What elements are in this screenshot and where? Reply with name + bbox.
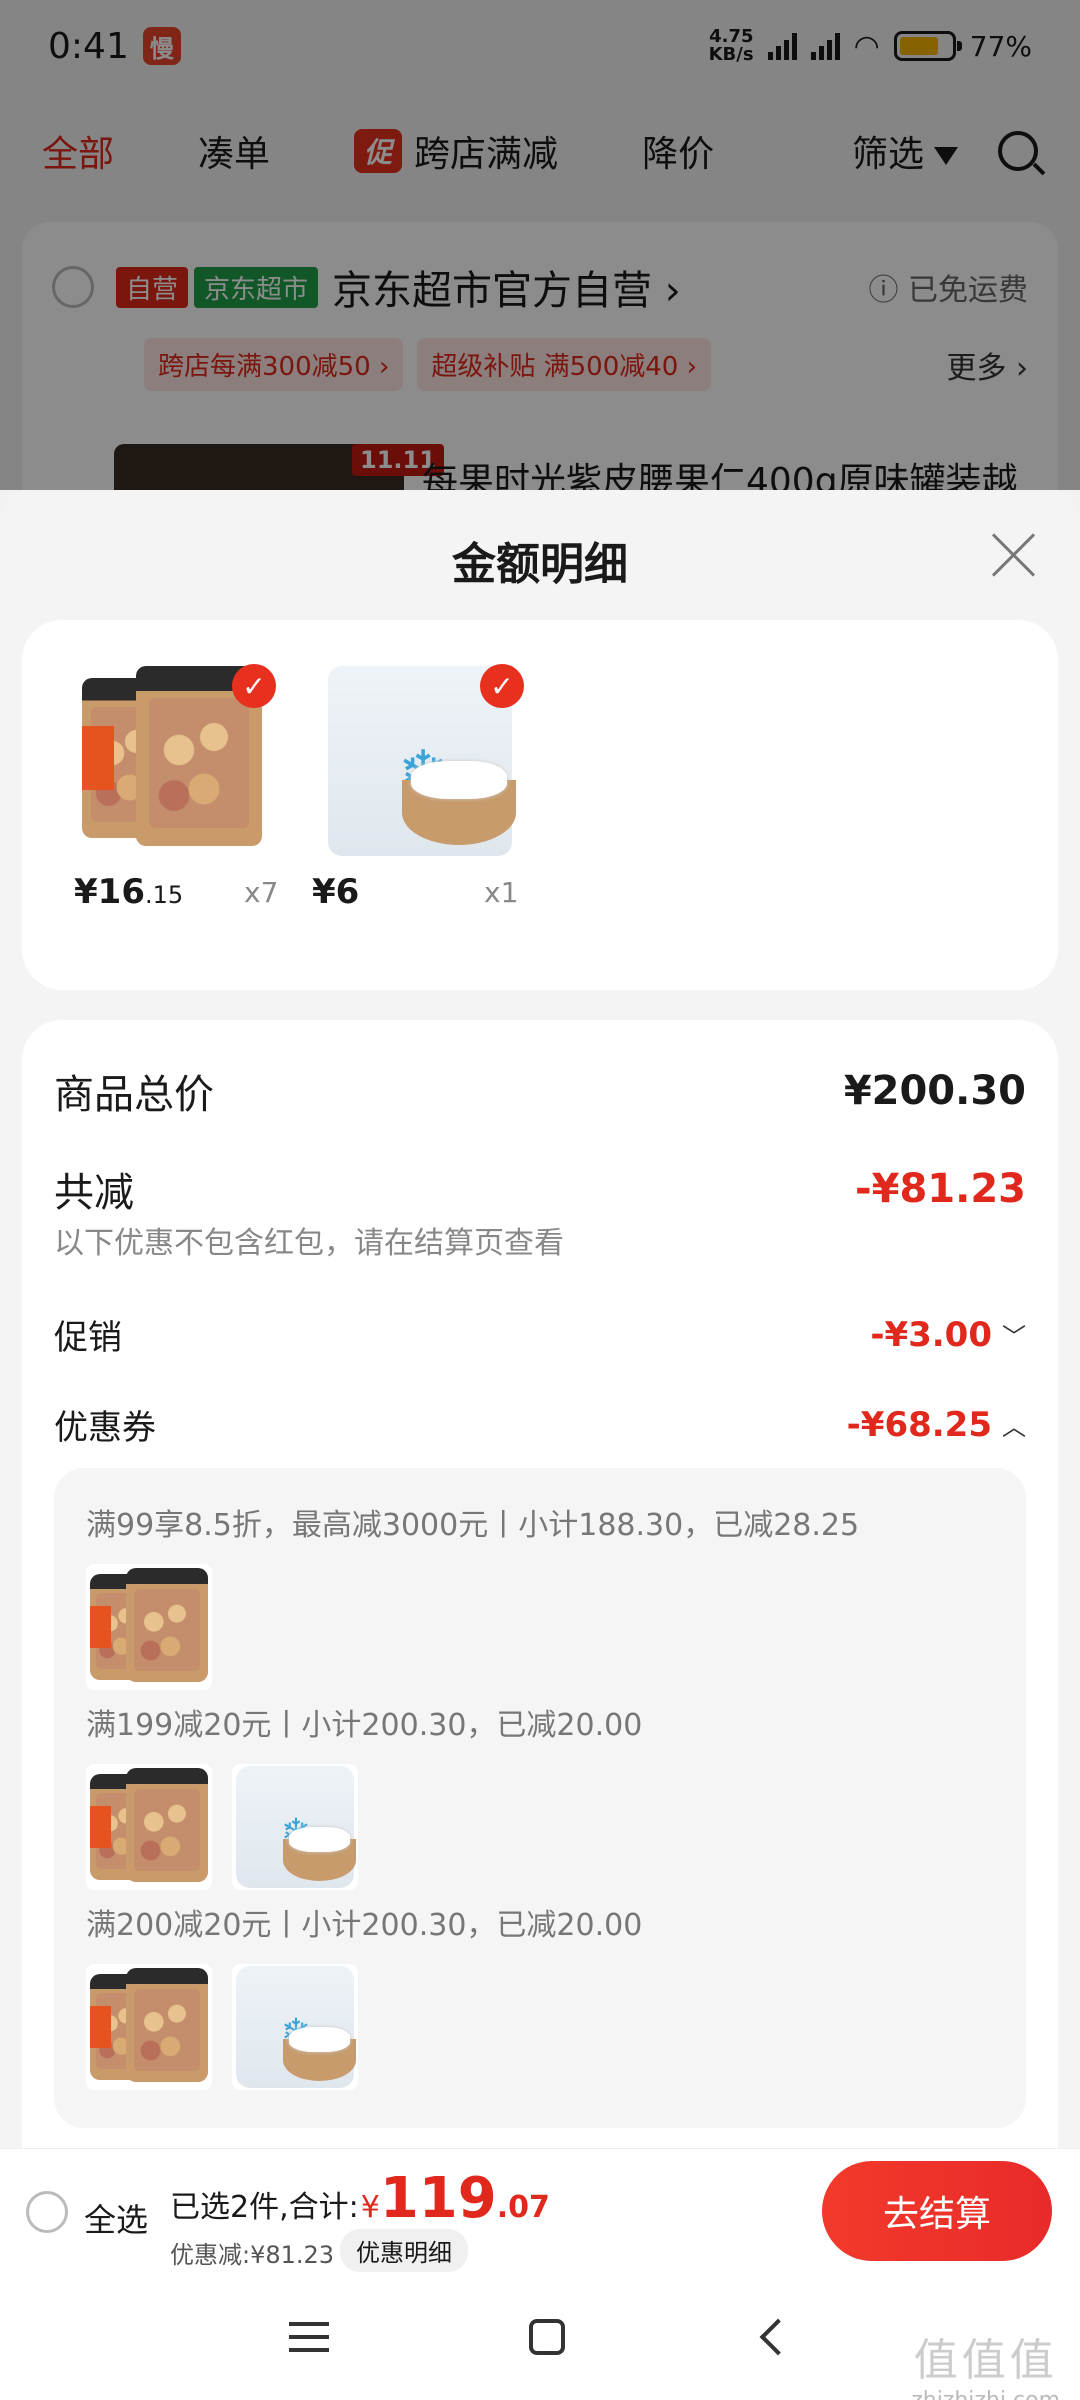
sheet-title: 金额明细 — [452, 539, 628, 590]
product-item[interactable]: ✓ — [74, 662, 276, 862]
home-icon[interactable] — [529, 2319, 565, 2355]
product-price: ¥6 — [312, 872, 359, 912]
goods-total-value: ¥200.30 — [843, 1068, 1026, 1114]
selected-products-card: ✓ ¥16.15 x7 ❄ ✓ ¥6 x1 — [22, 620, 1058, 990]
cashew-thumbnail — [86, 1564, 212, 1690]
promotion-amount: -¥3.00 — [870, 1314, 992, 1355]
selected-count: 已选2件,合计: — [170, 2190, 359, 2225]
total-reduce-value: -¥81.23 — [855, 1166, 1026, 1212]
coupon-line: 满199减20元丨小计200.30，已减20.00 — [86, 1708, 643, 1743]
chevron-up-icon: ︿ — [1002, 1413, 1026, 1441]
coupon-line: 满99享8.5折，最高减3000元丨小计188.30，已减28.25 — [86, 1508, 860, 1543]
total-dec: .07 — [496, 2190, 550, 2225]
product-qty: x7 — [244, 876, 279, 909]
currency-symbol: ¥ — [360, 2190, 380, 2225]
checked-icon: ✓ — [232, 664, 276, 708]
menu-icon[interactable] — [289, 2322, 329, 2352]
overlay-dim[interactable] — [0, 0, 1080, 490]
total-reduce-label: 共减 — [54, 1170, 134, 1216]
coupon-amount: -¥68.25 — [846, 1404, 992, 1445]
coupon-row[interactable]: 优惠券 -¥68.25 ︿ — [54, 1400, 1026, 1449]
chevron-down-icon: ﹀ — [1002, 1323, 1026, 1351]
price-dec: .15 — [144, 881, 184, 909]
cashew-thumbnail — [86, 1764, 212, 1890]
total-int: 119 — [379, 2166, 497, 2231]
cashew-thumbnail — [86, 1964, 212, 2090]
coupon-line: 满200减20元丨小计200.30，已减20.00 — [86, 1908, 643, 1943]
product-qty: x1 — [484, 876, 519, 909]
goods-total-label: 商品总价 — [54, 1072, 214, 1118]
coupon-label: 优惠券 — [54, 1408, 156, 1448]
promotion-row[interactable]: 促销 -¥3.00 ﹀ — [54, 1310, 1026, 1359]
product-price: ¥16.15 — [74, 872, 183, 912]
coupon-value: -¥68.25 ︿ — [847, 1405, 1026, 1445]
watermark-glyphs: 值值值 — [913, 2335, 1058, 2386]
total-reduce-row: 共减 -¥81.23 — [54, 1160, 1026, 1218]
goods-total-row: 商品总价 ¥200.30 — [54, 1062, 1026, 1120]
redpacket-note: 以下优惠不包含红包，请在结算页查看 — [54, 1226, 564, 1261]
back-icon[interactable] — [759, 2318, 797, 2356]
cashew-jar-image: ✓ — [74, 662, 276, 862]
select-all-radio[interactable] — [26, 2191, 68, 2233]
checkout-bar: 全选 已选2件,合计: ¥ 119 .07 优惠减:¥81.23 优惠明细 去结… — [0, 2148, 1080, 2274]
price-detail-card: 商品总价 ¥200.30 共减 -¥81.23 以下优惠不包含红包，请在结算页查… — [22, 1020, 1058, 2150]
rock-sugar-thumbnail: ❄ — [232, 1764, 358, 1890]
select-all-label[interactable]: 全选 — [84, 2195, 148, 2241]
coupon-detail-box: 满99享8.5折，最高减3000元丨小计188.30，已减28.25 满199减… — [54, 1468, 1026, 2128]
product-item[interactable]: ❄ ✓ — [322, 662, 524, 862]
price-int: ¥6 — [312, 872, 360, 912]
checked-icon: ✓ — [480, 664, 524, 708]
selected-summary: 已选2件,合计: ¥ 119 .07 — [170, 2171, 550, 2227]
amount-detail-sheet: 金额明细 ✓ ¥16.15 x7 ❄ ✓ ¥6 x1 商品总价 ¥200.30 … — [0, 490, 1080, 2150]
price-int: ¥16 — [74, 872, 145, 912]
rock-sugar-thumbnail: ❄ — [232, 1964, 358, 2090]
promotion-value: -¥3.00 ﹀ — [870, 1315, 1026, 1355]
discount-detail-button[interactable]: 优惠明细 — [340, 2229, 468, 2272]
watermark-site: zhizhizhi.com — [911, 2388, 1060, 2400]
watermark: 值值值 zhizhizhi.com — [911, 2324, 1060, 2400]
checkout-button[interactable]: 去结算 — [822, 2161, 1052, 2261]
discount-summary: 优惠减:¥81.23 — [170, 2241, 335, 2269]
promotion-label: 促销 — [54, 1318, 122, 1358]
rock-sugar-bag-image: ❄ ✓ — [322, 662, 524, 862]
close-icon[interactable] — [988, 530, 1038, 580]
